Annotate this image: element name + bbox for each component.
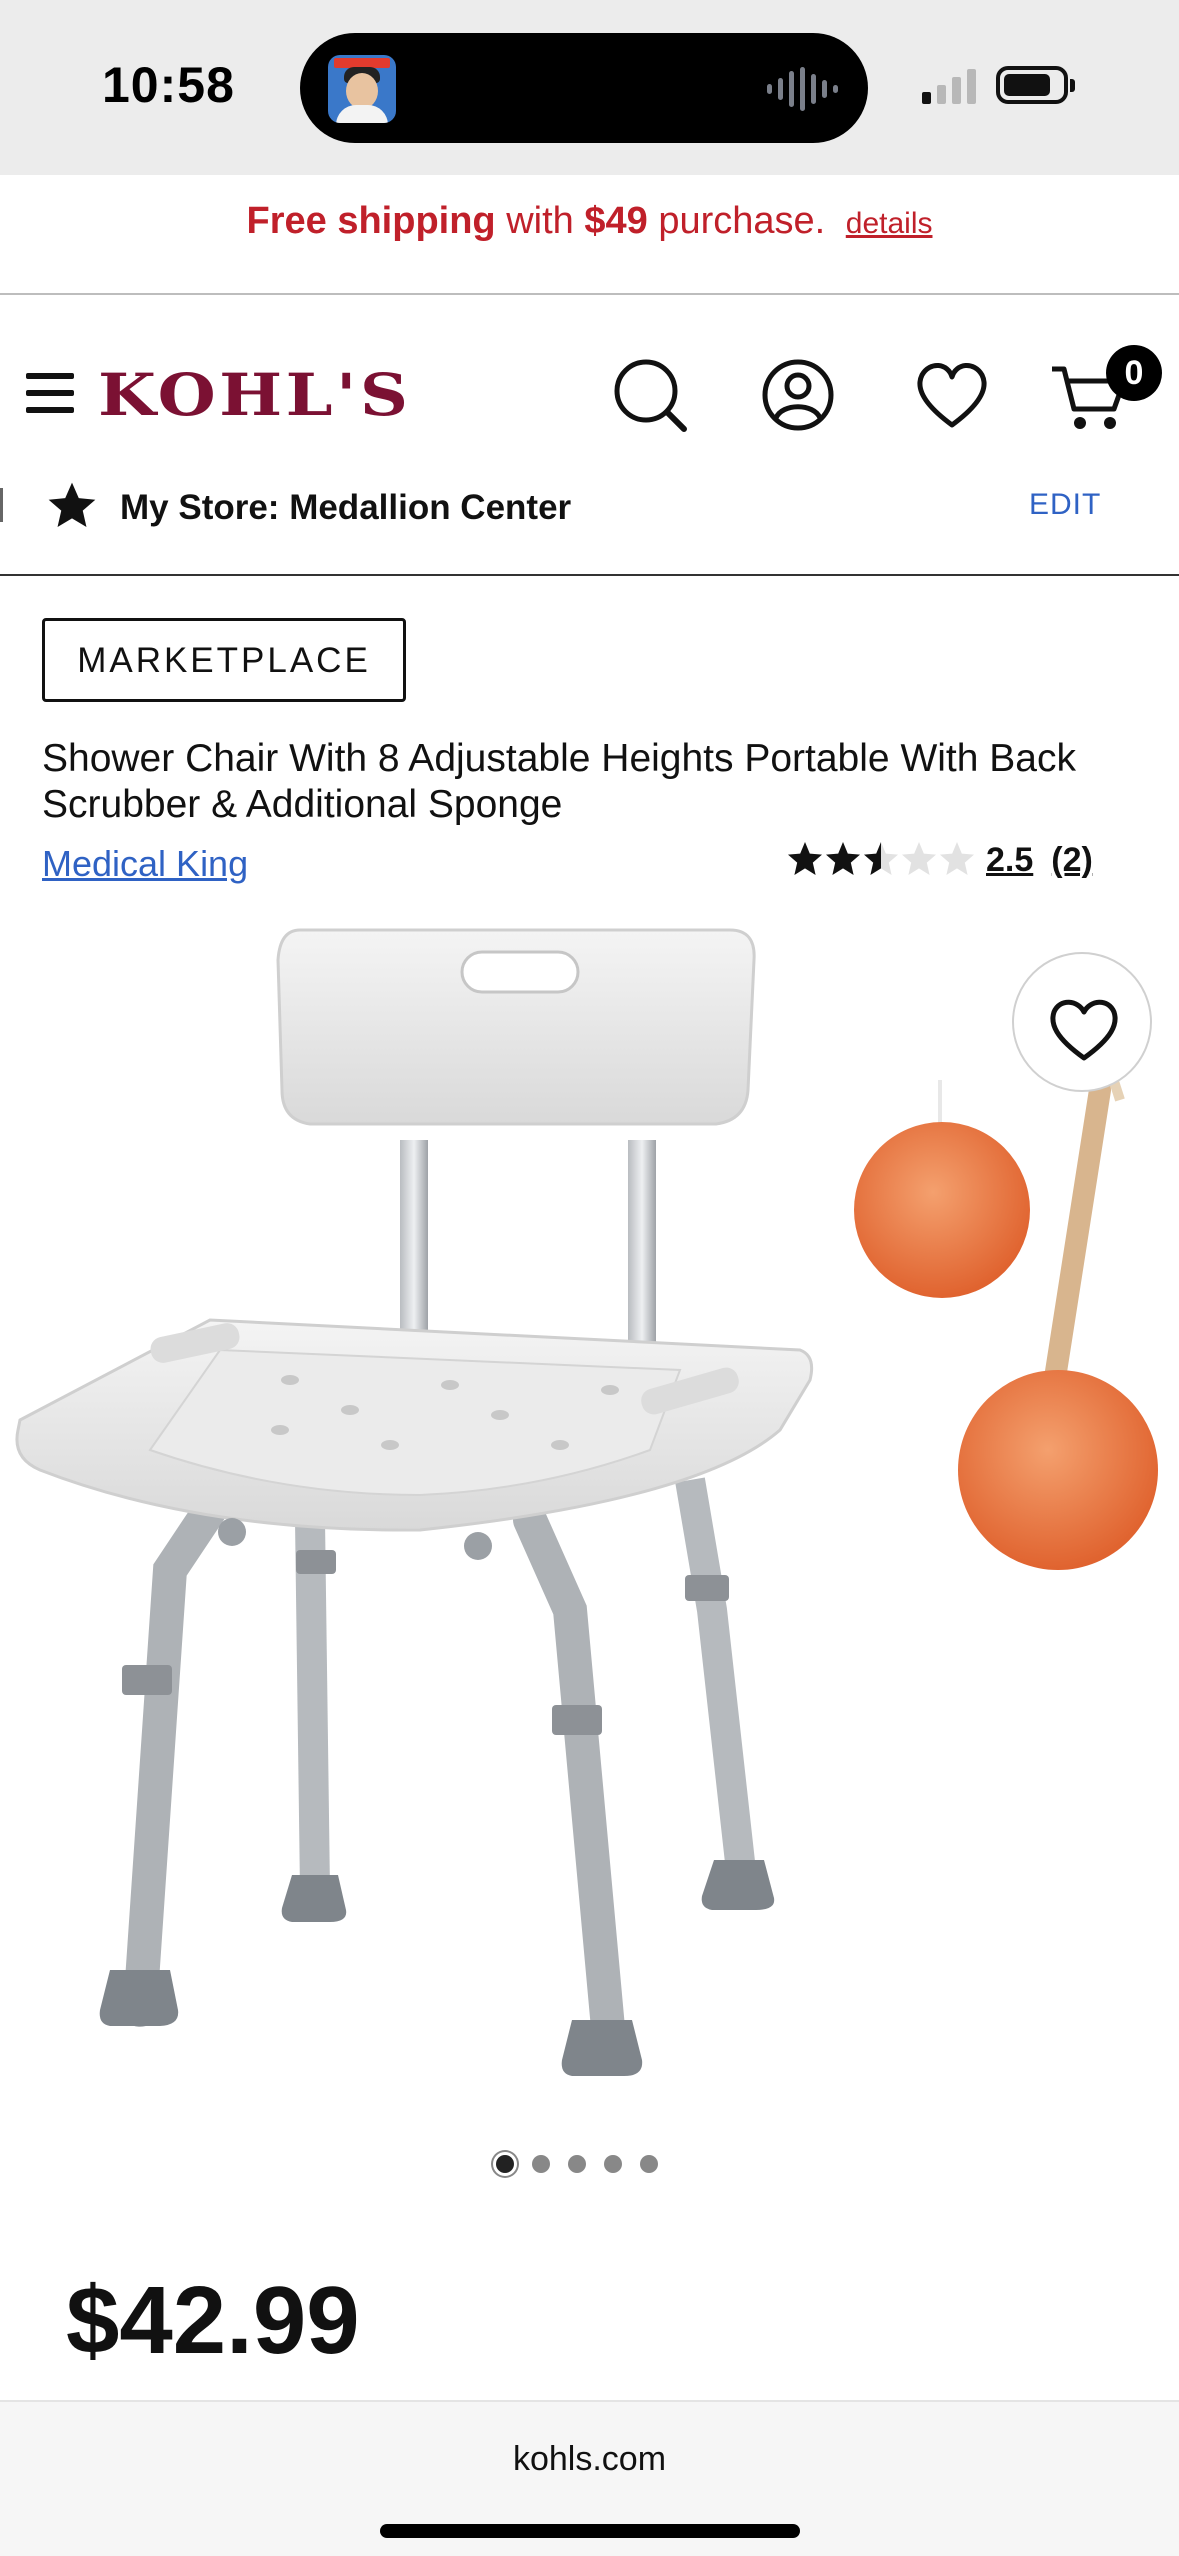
product-image[interactable] xyxy=(0,910,1179,2090)
promo-purchase: purchase. xyxy=(658,200,826,242)
status-bar: 10:58 Free shipping with $49 purchase. d… xyxy=(0,0,1179,242)
product-price: $42.99 xyxy=(66,2267,360,2374)
promo-details-link[interactable]: details xyxy=(846,207,933,240)
account-icon[interactable] xyxy=(758,355,838,435)
product-rating[interactable]: 2.5 (2) xyxy=(786,840,1093,880)
browser-address-bar[interactable]: kohls.com xyxy=(0,2400,1179,2556)
brand-link[interactable]: Medical King xyxy=(42,843,248,885)
rating-star-empty xyxy=(902,842,936,875)
now-playing-avatar xyxy=(328,55,396,123)
site-header: KOHL'S 0 xyxy=(0,295,1179,445)
free-shipping-banner: Free shipping with $49 purchase. details xyxy=(0,200,1179,243)
carousel-dot[interactable] xyxy=(640,2155,658,2173)
rating-star-full xyxy=(788,842,822,875)
audio-waveform-icon xyxy=(767,67,838,111)
promo-free-shipping: Free shipping xyxy=(246,200,496,242)
divider xyxy=(0,574,1179,576)
clock: 10:58 xyxy=(102,57,235,113)
image-carousel-dots[interactable] xyxy=(496,2155,658,2173)
url-text[interactable]: kohls.com xyxy=(0,2440,1179,2479)
menu-icon[interactable] xyxy=(26,373,74,413)
add-to-favorites-button[interactable] xyxy=(1012,952,1152,1092)
rating-stars-icon xyxy=(788,842,974,875)
cellular-signal-icon xyxy=(922,68,976,104)
carousel-dot[interactable] xyxy=(604,2155,622,2173)
marketplace-badge: MARKETPLACE xyxy=(42,618,406,702)
battery-icon xyxy=(996,66,1075,104)
search-icon[interactable] xyxy=(610,355,690,435)
heart-icon[interactable] xyxy=(912,355,992,435)
promo-with: with xyxy=(506,200,574,242)
star-icon xyxy=(48,482,96,527)
carousel-dot[interactable] xyxy=(568,2155,586,2173)
rating-value[interactable]: 2.5 xyxy=(986,841,1033,880)
carousel-dot[interactable] xyxy=(532,2155,550,2173)
edit-store-button[interactable]: EDIT xyxy=(1029,488,1101,522)
carousel-dot[interactable] xyxy=(496,2155,514,2173)
home-indicator[interactable] xyxy=(380,2524,800,2538)
kohls-logo[interactable]: KOHL'S xyxy=(98,361,412,429)
product-title: Shower Chair With 8 Adjustable Heights P… xyxy=(42,737,1076,826)
promo-amount: $49 xyxy=(584,200,648,242)
dynamic-island[interactable] xyxy=(300,33,868,143)
review-count[interactable]: (2) xyxy=(1051,841,1093,880)
my-store-row: My Store: Medallion Center EDIT xyxy=(0,460,1179,575)
rating-star-empty xyxy=(940,842,974,875)
my-store-label: My Store: Medallion Center xyxy=(120,488,572,527)
cart-count-badge: 0 xyxy=(1106,345,1162,401)
heart-icon xyxy=(1050,999,1118,1061)
rating-star-full xyxy=(826,842,860,875)
rating-stars xyxy=(786,840,976,880)
